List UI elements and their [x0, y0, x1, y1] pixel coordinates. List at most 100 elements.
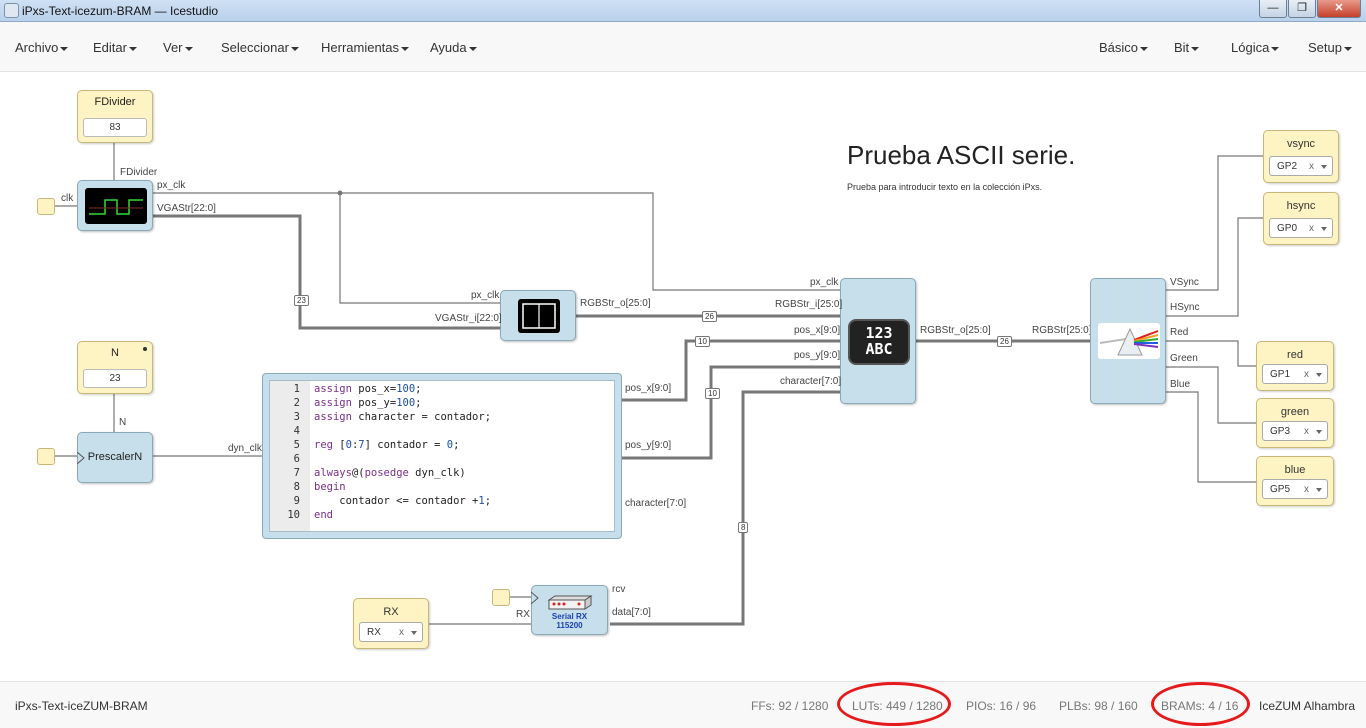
- green-output-pin[interactable]: green GP3 x: [1256, 398, 1334, 448]
- dropdown-arrow-icon[interactable]: [1316, 430, 1322, 434]
- code-line[interactable]: reg [0:7] contador = 0;: [314, 439, 459, 451]
- blue-output-pin[interactable]: blue GP5 x: [1256, 456, 1334, 506]
- vsync-pin-select[interactable]: GP2 x: [1269, 156, 1333, 176]
- blue-pin-select[interactable]: GP5 x: [1262, 479, 1328, 499]
- highlight-ellipse-luts: [837, 682, 951, 726]
- ffs-usage: FFs: 92 / 1280: [751, 699, 829, 713]
- ascii-icon-line2: ABC: [865, 340, 893, 358]
- serial-clk-input-pin[interactable]: [492, 589, 510, 606]
- code-line[interactable]: assign pos_x=100;: [314, 383, 422, 395]
- line-number: 9: [293, 495, 300, 507]
- prescaler-clk-input-pin[interactable]: [37, 448, 55, 465]
- port-label-rgbstr-in: RGBStr_i[25:0]: [775, 299, 843, 310]
- constant-name: N: [111, 347, 119, 359]
- pin-name: hsync: [1286, 200, 1316, 212]
- caret-down-icon: [1343, 46, 1352, 51]
- ascii-text-block[interactable]: 123 ABC: [840, 278, 916, 404]
- menu-label: Editar: [93, 40, 127, 55]
- vsync-output-pin[interactable]: vsync GP2 x: [1263, 130, 1339, 183]
- clk-input-pin[interactable]: [37, 198, 55, 215]
- serial-baud: 115200: [556, 621, 583, 630]
- pin-value: GP5: [1270, 484, 1291, 495]
- serial-rx-block[interactable]: Serial RX 115200: [531, 585, 608, 635]
- menu-archivo[interactable]: Archivo: [15, 40, 69, 55]
- dropdown-arrow-icon[interactable]: [1321, 227, 1327, 231]
- rgb-output-block[interactable]: [1090, 278, 1166, 404]
- code-line[interactable]: begin: [314, 481, 346, 493]
- hsync-pin-select[interactable]: GP0 x: [1269, 218, 1333, 238]
- menu-label: Herramientas: [321, 40, 400, 55]
- rx-input-pin[interactable]: RX RX x: [353, 598, 429, 649]
- menu-bit[interactable]: Bit: [1174, 40, 1200, 55]
- n-constant[interactable]: N 23: [77, 341, 153, 394]
- prescaler-block[interactable]: PrescalerN: [77, 432, 153, 483]
- menu-ver[interactable]: Ver: [163, 40, 193, 55]
- dropdown-arrow-icon[interactable]: [1316, 373, 1322, 377]
- vga-sync-block[interactable]: [77, 180, 153, 231]
- maximize-button[interactable]: ❐: [1288, 0, 1316, 18]
- dropdown-arrow-icon[interactable]: [411, 631, 417, 635]
- menu-setup[interactable]: Setup: [1308, 40, 1352, 55]
- clear-x-icon[interactable]: x: [1304, 422, 1309, 441]
- port-label-character-out: character[7:0]: [625, 498, 687, 509]
- bus-width-label: 26: [997, 336, 1012, 347]
- line-number: 3: [293, 411, 300, 423]
- code-line[interactable]: always@(posedge dyn_clk): [314, 467, 466, 479]
- dropdown-arrow-icon[interactable]: [1321, 165, 1327, 169]
- menu-seleccionar[interactable]: Seleccionar: [221, 40, 299, 55]
- menu-label: Ver: [163, 40, 183, 55]
- port-label-rgbstr-in2: RGBStr[25:0]: [1032, 325, 1092, 336]
- menu-logica[interactable]: Lógica: [1231, 40, 1280, 55]
- n-value-input[interactable]: 23: [83, 369, 147, 388]
- canvas-description[interactable]: Prueba para introducir texto en la colec…: [847, 182, 1042, 192]
- clear-x-icon[interactable]: x: [1304, 480, 1309, 499]
- caret-down-icon: [401, 46, 410, 51]
- menu-label: Básico: [1099, 40, 1139, 55]
- project-name: iPxs-Text-iceZUM-BRAM: [15, 699, 148, 713]
- vga-frame-block[interactable]: [500, 290, 576, 341]
- board-name[interactable]: IceZUM Alhambra: [1259, 699, 1355, 713]
- caret-down-icon: [1191, 46, 1200, 51]
- code-line[interactable]: assign pos_y=100;: [314, 397, 422, 409]
- prescaler-name: PrescalerN: [87, 451, 143, 463]
- menu-herramientas[interactable]: Herramientas: [321, 40, 410, 55]
- code-line[interactable]: end: [314, 509, 333, 521]
- menu-ayuda[interactable]: Ayuda: [430, 40, 477, 55]
- minimize-button[interactable]: —: [1259, 0, 1287, 18]
- port-label-rgbstr-out: RGBStr_o[25:0]: [580, 298, 651, 309]
- port-label-px-clk-in2: px_clk: [810, 277, 839, 288]
- clear-x-icon[interactable]: x: [1304, 365, 1309, 384]
- menu-editar[interactable]: Editar: [93, 40, 137, 55]
- caret-down-icon: [1140, 46, 1149, 51]
- code-editor[interactable]: 1 2 3 4 5 6 7 8 9 10 assign pos_x=100; a…: [269, 380, 615, 532]
- fdivider-constant[interactable]: FDivider 83: [77, 90, 153, 143]
- port-label-pos-x-in: pos_x[9:0]: [794, 325, 841, 336]
- green-pin-select[interactable]: GP3 x: [1262, 421, 1328, 441]
- rx-pin-select[interactable]: RX x: [359, 622, 423, 642]
- red-output-pin[interactable]: red GP1 x: [1256, 341, 1334, 391]
- canvas-heading[interactable]: Prueba ASCII serie.: [847, 140, 1075, 171]
- menu-basico[interactable]: Básico: [1099, 40, 1149, 55]
- clear-x-icon[interactable]: x: [1309, 219, 1314, 238]
- dropdown-arrow-icon[interactable]: [1316, 488, 1322, 492]
- pin-value: GP1: [1270, 369, 1291, 380]
- clear-x-icon[interactable]: x: [1309, 157, 1314, 176]
- verilog-code-block[interactable]: 1 2 3 4 5 6 7 8 9 10 assign pos_x=100; a…: [262, 373, 622, 539]
- prism-icon: [1098, 323, 1160, 359]
- port-label-vsync: VSync: [1170, 277, 1199, 288]
- constant-name: FDivider: [94, 96, 136, 108]
- plbs-usage: PLBs: 98 / 160: [1059, 699, 1138, 713]
- red-pin-select[interactable]: GP1 x: [1262, 364, 1328, 384]
- port-label-pos-y-out: pos_y[9:0]: [625, 440, 672, 451]
- clear-x-icon[interactable]: x: [399, 623, 404, 642]
- caret-down-icon: [60, 46, 69, 51]
- fdivider-value-input[interactable]: 83: [83, 118, 147, 137]
- code-line[interactable]: assign character = contador;: [314, 411, 491, 423]
- close-button[interactable]: ✕: [1317, 0, 1361, 18]
- port-label-rgbstr-out2: RGBStr_o[25:0]: [920, 325, 991, 336]
- caret-down-icon: [1271, 46, 1280, 51]
- code-line[interactable]: contador <= contador +1;: [314, 495, 491, 507]
- port-label-px-clk: px_clk: [157, 180, 186, 191]
- hsync-output-pin[interactable]: hsync GP0 x: [1263, 192, 1339, 245]
- port-label-hsync: HSync: [1170, 302, 1200, 313]
